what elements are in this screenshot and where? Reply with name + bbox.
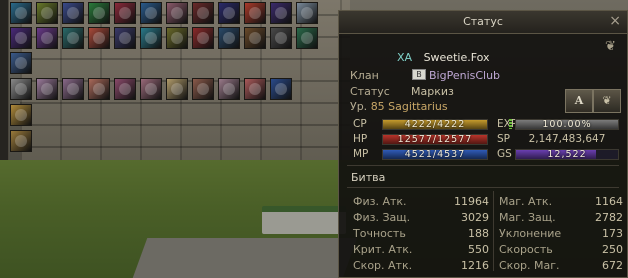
skill-slot-icon[interactable] xyxy=(296,27,318,49)
skill-slot-icon[interactable] xyxy=(270,27,292,49)
skill-slot-icon[interactable] xyxy=(10,2,32,24)
gs-text: 12,522 xyxy=(547,149,587,160)
skill-slot-icon[interactable] xyxy=(36,2,58,24)
stat-value: 250 xyxy=(602,243,623,256)
skill-slot-icon[interactable] xyxy=(270,78,292,100)
stat-label: Маг. Атк. xyxy=(499,195,553,208)
stone-road xyxy=(132,238,358,278)
stat-value: 1164 xyxy=(595,195,623,208)
skill-slot-icon[interactable] xyxy=(62,2,84,24)
cp-label: CP xyxy=(353,118,367,130)
skill-slot-icon[interactable] xyxy=(140,2,162,24)
hp-text: 12577/12577 xyxy=(397,134,473,145)
mp-text: 4521/4537 xyxy=(404,149,466,160)
stat-label: Физ. Атк. xyxy=(353,195,407,208)
level-value: 85 Sagittarius xyxy=(370,100,448,113)
skill-slot-icon[interactable] xyxy=(218,2,240,24)
mp-bar: 4521/4537 xyxy=(382,149,488,160)
stat-value: 2782 xyxy=(595,211,623,224)
skill-slot-icon[interactable] xyxy=(114,78,136,100)
skill-slot-icon[interactable] xyxy=(192,2,214,24)
stat-value: 3029 xyxy=(461,211,489,224)
stat-value: 173 xyxy=(602,227,623,240)
hp-bar: 12577/12577 xyxy=(382,134,488,145)
level-prefix: Ур. xyxy=(350,100,368,113)
column-divider xyxy=(493,191,494,271)
clan-crest-icon: B xyxy=(412,69,426,80)
flower-planter xyxy=(262,206,346,234)
skill-slot-icon[interactable] xyxy=(140,78,162,100)
cp-text: 4222/4222 xyxy=(404,119,466,130)
close-icon[interactable]: × xyxy=(609,13,621,29)
alliance-button[interactable]: A xyxy=(565,89,593,113)
status-window: Статус × ❦ XA Sweetie.Fox Клан B BigPeni… xyxy=(338,10,628,278)
stat-label: Физ. Защ. xyxy=(353,211,411,224)
stat-label: Скор. Атк. xyxy=(353,259,413,272)
cp-bar: 4222/4222 xyxy=(382,119,488,130)
stat-label: Скор. Маг. xyxy=(499,259,560,272)
skill-slot-icon[interactable] xyxy=(166,27,188,49)
crest-button[interactable]: ❦ xyxy=(593,89,621,113)
divider xyxy=(347,187,619,188)
stat-label: Крит. Атк. xyxy=(353,243,413,256)
skill-slot-icon[interactable] xyxy=(218,27,240,49)
exp-text: 100.00% xyxy=(542,119,592,130)
skill-slot-icon[interactable] xyxy=(88,2,110,24)
skill-slot-icon[interactable] xyxy=(270,2,292,24)
skill-slot-icon[interactable] xyxy=(62,27,84,49)
skill-slot-icon[interactable] xyxy=(10,104,32,126)
clan-name: BigPenisClub xyxy=(429,69,501,82)
character-name: Sweetie.Fox xyxy=(423,51,490,64)
skill-slot-icon[interactable] xyxy=(10,130,32,152)
clan-label: Клан xyxy=(350,69,379,82)
gs-bar: 12,522 xyxy=(515,149,619,160)
skill-slot-icon[interactable] xyxy=(36,27,58,49)
divider xyxy=(347,165,619,166)
skill-slot-icon[interactable] xyxy=(244,2,266,24)
title-tag: XA xyxy=(397,51,413,64)
stat-value: 672 xyxy=(602,259,623,272)
skill-bar-edge xyxy=(0,0,9,160)
skill-slot-icon[interactable] xyxy=(10,78,32,100)
stat-label: Скорость xyxy=(499,243,553,256)
sp-label: SP xyxy=(497,133,510,145)
mp-label: MP xyxy=(353,148,369,160)
skill-slot-icon[interactable] xyxy=(114,27,136,49)
battle-section-title: Битва xyxy=(351,171,386,184)
skill-slot-icon[interactable] xyxy=(36,78,58,100)
skill-slot-icon[interactable] xyxy=(88,27,110,49)
name-row: XA Sweetie.Fox xyxy=(397,51,490,64)
stat-value: 188 xyxy=(468,227,489,240)
skill-slot-icon[interactable] xyxy=(166,2,188,24)
skill-slot-icon[interactable] xyxy=(192,78,214,100)
skill-slot-icon[interactable] xyxy=(244,27,266,49)
sp-value: 2,147,483,647 xyxy=(528,133,606,145)
skill-slot-icon[interactable] xyxy=(10,52,32,74)
stat-label: Уклонение xyxy=(499,227,562,240)
skill-slot-icon[interactable] xyxy=(62,78,84,100)
stat-value: 1216 xyxy=(461,259,489,272)
status-label: Статус xyxy=(350,85,390,98)
emblem-icon[interactable]: ❦ xyxy=(605,39,619,54)
skill-slot-icon[interactable] xyxy=(244,78,266,100)
stat-label: Точность xyxy=(353,227,406,240)
stat-label: Маг. Защ. xyxy=(499,211,556,224)
skill-slot-icon[interactable] xyxy=(88,78,110,100)
skill-slot-icon[interactable] xyxy=(192,27,214,49)
skill-slot-icon[interactable] xyxy=(218,78,240,100)
skill-slot-icon[interactable] xyxy=(10,27,32,49)
skill-slot-icon[interactable] xyxy=(140,27,162,49)
stat-value: 11964 xyxy=(454,195,489,208)
stat-value: 550 xyxy=(468,243,489,256)
skill-slot-icon[interactable] xyxy=(166,78,188,100)
level-row: Ур. 85 Sagittarius xyxy=(350,100,448,113)
skill-slot-icon[interactable] xyxy=(296,2,318,24)
exp-bar: 100.00% xyxy=(515,119,619,130)
status-value: Маркиз xyxy=(411,85,454,98)
exp-tick-marks xyxy=(509,119,512,129)
window-title: Статус xyxy=(339,11,627,34)
gs-label: GS xyxy=(497,148,512,160)
skill-slot-icon[interactable] xyxy=(114,2,136,24)
hp-label: HP xyxy=(353,133,368,145)
